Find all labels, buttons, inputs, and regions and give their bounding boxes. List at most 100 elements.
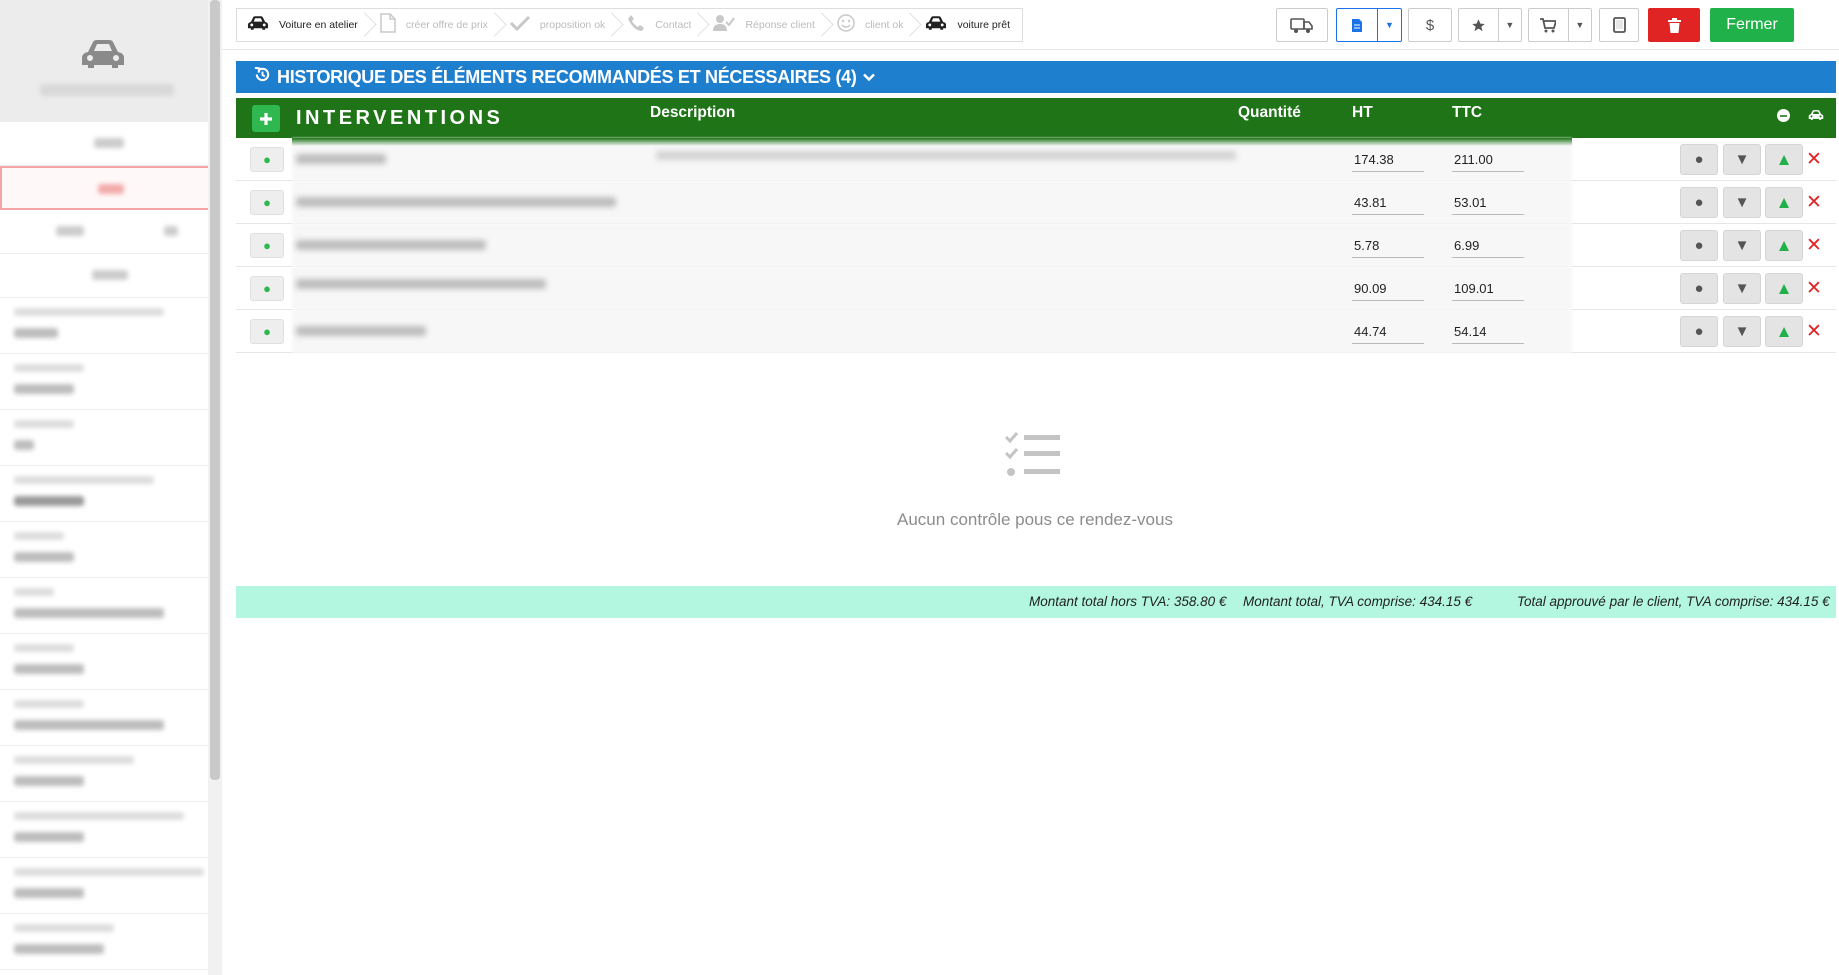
view-button[interactable]: ●	[250, 276, 284, 301]
user-check-icon	[713, 14, 736, 37]
cart-button-group: ▼	[1528, 8, 1592, 42]
step-reponse-client[interactable]: Réponse client	[703, 9, 826, 41]
history-clock-button[interactable]: ●	[1680, 187, 1718, 218]
document-icon	[1352, 18, 1362, 32]
table-row: ● 174.38 211.00 ● ▼ ▲ ✕	[236, 138, 1836, 181]
vehicle-transfer-button[interactable]	[1276, 8, 1328, 42]
clock-icon: ●	[1694, 280, 1704, 297]
description-blurred	[296, 326, 426, 336]
ttc-input[interactable]: 211.00	[1452, 150, 1524, 172]
pin-button[interactable]: ▼	[1723, 144, 1761, 175]
history-title: HISTORIQUE DES ÉLÉMENTS RECOMMANDÉS ET N…	[277, 66, 857, 87]
pin-icon: ▼	[1734, 194, 1750, 211]
chevron-down-icon	[862, 70, 875, 85]
view-button[interactable]: ●	[250, 147, 284, 172]
favorite-button[interactable]	[1459, 9, 1498, 41]
eye-icon: ●	[263, 238, 271, 253]
sidebar-row[interactable]	[0, 122, 218, 166]
view-button[interactable]: ●	[250, 233, 284, 258]
remove-icon[interactable]: ✕	[1806, 234, 1822, 257]
history-clock-button[interactable]: ●	[1680, 230, 1718, 261]
step-client-ok[interactable]: client ok	[827, 9, 916, 41]
history-clock-button[interactable]: ●	[1680, 273, 1718, 304]
table-row: ● 5.78 6.99 ● ▼ ▲ ✕	[236, 224, 1836, 267]
eye-icon: ●	[263, 324, 271, 339]
sidebar	[0, 0, 218, 975]
pin-button[interactable]: ▼	[1723, 187, 1761, 218]
sidebar-row-alert[interactable]	[0, 166, 218, 210]
ht-input[interactable]: 5.78	[1352, 236, 1424, 258]
workflow-steps: Voiture en atelier créer offre de prix p…	[236, 8, 1023, 42]
delete-button[interactable]	[1648, 8, 1700, 42]
sidebar-scrollbar[interactable]	[210, 0, 220, 780]
pin-button[interactable]: ▼	[1723, 316, 1761, 347]
step-voiture-en-atelier[interactable]: Voiture en atelier	[237, 9, 370, 41]
eye-icon: ●	[263, 195, 271, 210]
eye-icon: ●	[263, 281, 271, 296]
phone-icon	[627, 14, 645, 37]
approve-button[interactable]: ▲	[1765, 273, 1803, 304]
view-button[interactable]: ●	[250, 190, 284, 215]
ttc-input[interactable]: 109.01	[1452, 279, 1524, 301]
price-button[interactable]: $	[1408, 8, 1452, 42]
step-creer-offre[interactable]: créer offre de prix	[370, 9, 500, 41]
cart-dropdown-caret-icon[interactable]: ▼	[1567, 9, 1591, 41]
total-ht: Montant total hors TVA: 358.80 €	[1029, 594, 1227, 609]
column-quantity: Quantité	[1238, 104, 1301, 121]
column-description: Description	[650, 104, 736, 121]
table-row: ● 43.81 53.01 ● ▼ ▲ ✕	[236, 181, 1836, 224]
pin-button[interactable]: ▼	[1723, 230, 1761, 261]
approve-button[interactable]: ▲	[1765, 316, 1803, 347]
sidebar-row[interactable]	[0, 254, 218, 298]
ht-input[interactable]: 174.38	[1352, 150, 1424, 172]
remove-icon[interactable]: ✕	[1806, 277, 1822, 300]
step-proposition-ok[interactable]: proposition ok	[500, 9, 617, 41]
sidebar-field	[0, 298, 218, 354]
description-blurred	[296, 240, 486, 250]
check-icon	[509, 15, 530, 36]
toolbar: Voiture en atelier créer offre de prix p…	[236, 8, 1836, 42]
add-intervention-button[interactable]	[252, 105, 280, 132]
favorite-dropdown-caret-icon[interactable]: ▼	[1497, 9, 1521, 41]
total-ttc: Montant total, TVA comprise: 434.15 €	[1243, 594, 1473, 609]
step-contact[interactable]: Contact	[617, 9, 703, 41]
thumbs-up-icon: ▲	[1775, 149, 1793, 169]
history-clock-button[interactable]: ●	[1680, 144, 1718, 175]
status-circle-icon	[1776, 108, 1791, 126]
ttc-input[interactable]: 53.01	[1452, 193, 1524, 215]
approve-button[interactable]: ▲	[1765, 187, 1803, 218]
sidebar-field	[0, 858, 218, 914]
step-voiture-pret[interactable]: voiture prêt	[915, 9, 1022, 41]
column-ttc: TTC	[1452, 104, 1483, 121]
history-toggle-bar[interactable]: HISTORIQUE DES ÉLÉMENTS RECOMMANDÉS ET N…	[236, 61, 1836, 93]
eye-icon: ●	[263, 152, 271, 167]
pin-icon: ▼	[1734, 280, 1750, 297]
remove-icon[interactable]: ✕	[1806, 148, 1822, 171]
history-clock-button[interactable]: ●	[1680, 316, 1718, 347]
ttc-input[interactable]: 54.14	[1452, 322, 1524, 344]
remove-icon[interactable]: ✕	[1806, 320, 1822, 343]
approve-button[interactable]: ▲	[1765, 144, 1803, 175]
car-icon	[1808, 108, 1824, 124]
document-dropdown-caret-icon[interactable]: ▼	[1377, 9, 1401, 41]
ht-input[interactable]: 43.81	[1352, 193, 1424, 215]
history-icon	[254, 66, 271, 88]
pin-icon: ▼	[1734, 151, 1750, 168]
total-approved: Total approuvé par le client, TVA compri…	[1517, 594, 1830, 609]
close-button[interactable]: Fermer	[1710, 8, 1794, 42]
ht-input[interactable]: 44.74	[1352, 322, 1424, 344]
remove-icon[interactable]: ✕	[1806, 191, 1822, 214]
car-transfer-icon	[1290, 18, 1313, 33]
ht-input[interactable]: 90.09	[1352, 279, 1424, 301]
ttc-input[interactable]: 6.99	[1452, 236, 1524, 258]
view-button[interactable]: ●	[250, 319, 284, 344]
sidebar-field	[0, 634, 218, 690]
tablet-button[interactable]	[1599, 8, 1639, 42]
clock-icon: ●	[1694, 323, 1704, 340]
pin-button[interactable]: ▼	[1723, 273, 1761, 304]
sidebar-row-split[interactable]	[0, 210, 218, 254]
approve-button[interactable]: ▲	[1765, 230, 1803, 261]
cart-button[interactable]	[1529, 9, 1568, 41]
sidebar-field	[0, 690, 218, 746]
document-button[interactable]	[1337, 9, 1377, 41]
